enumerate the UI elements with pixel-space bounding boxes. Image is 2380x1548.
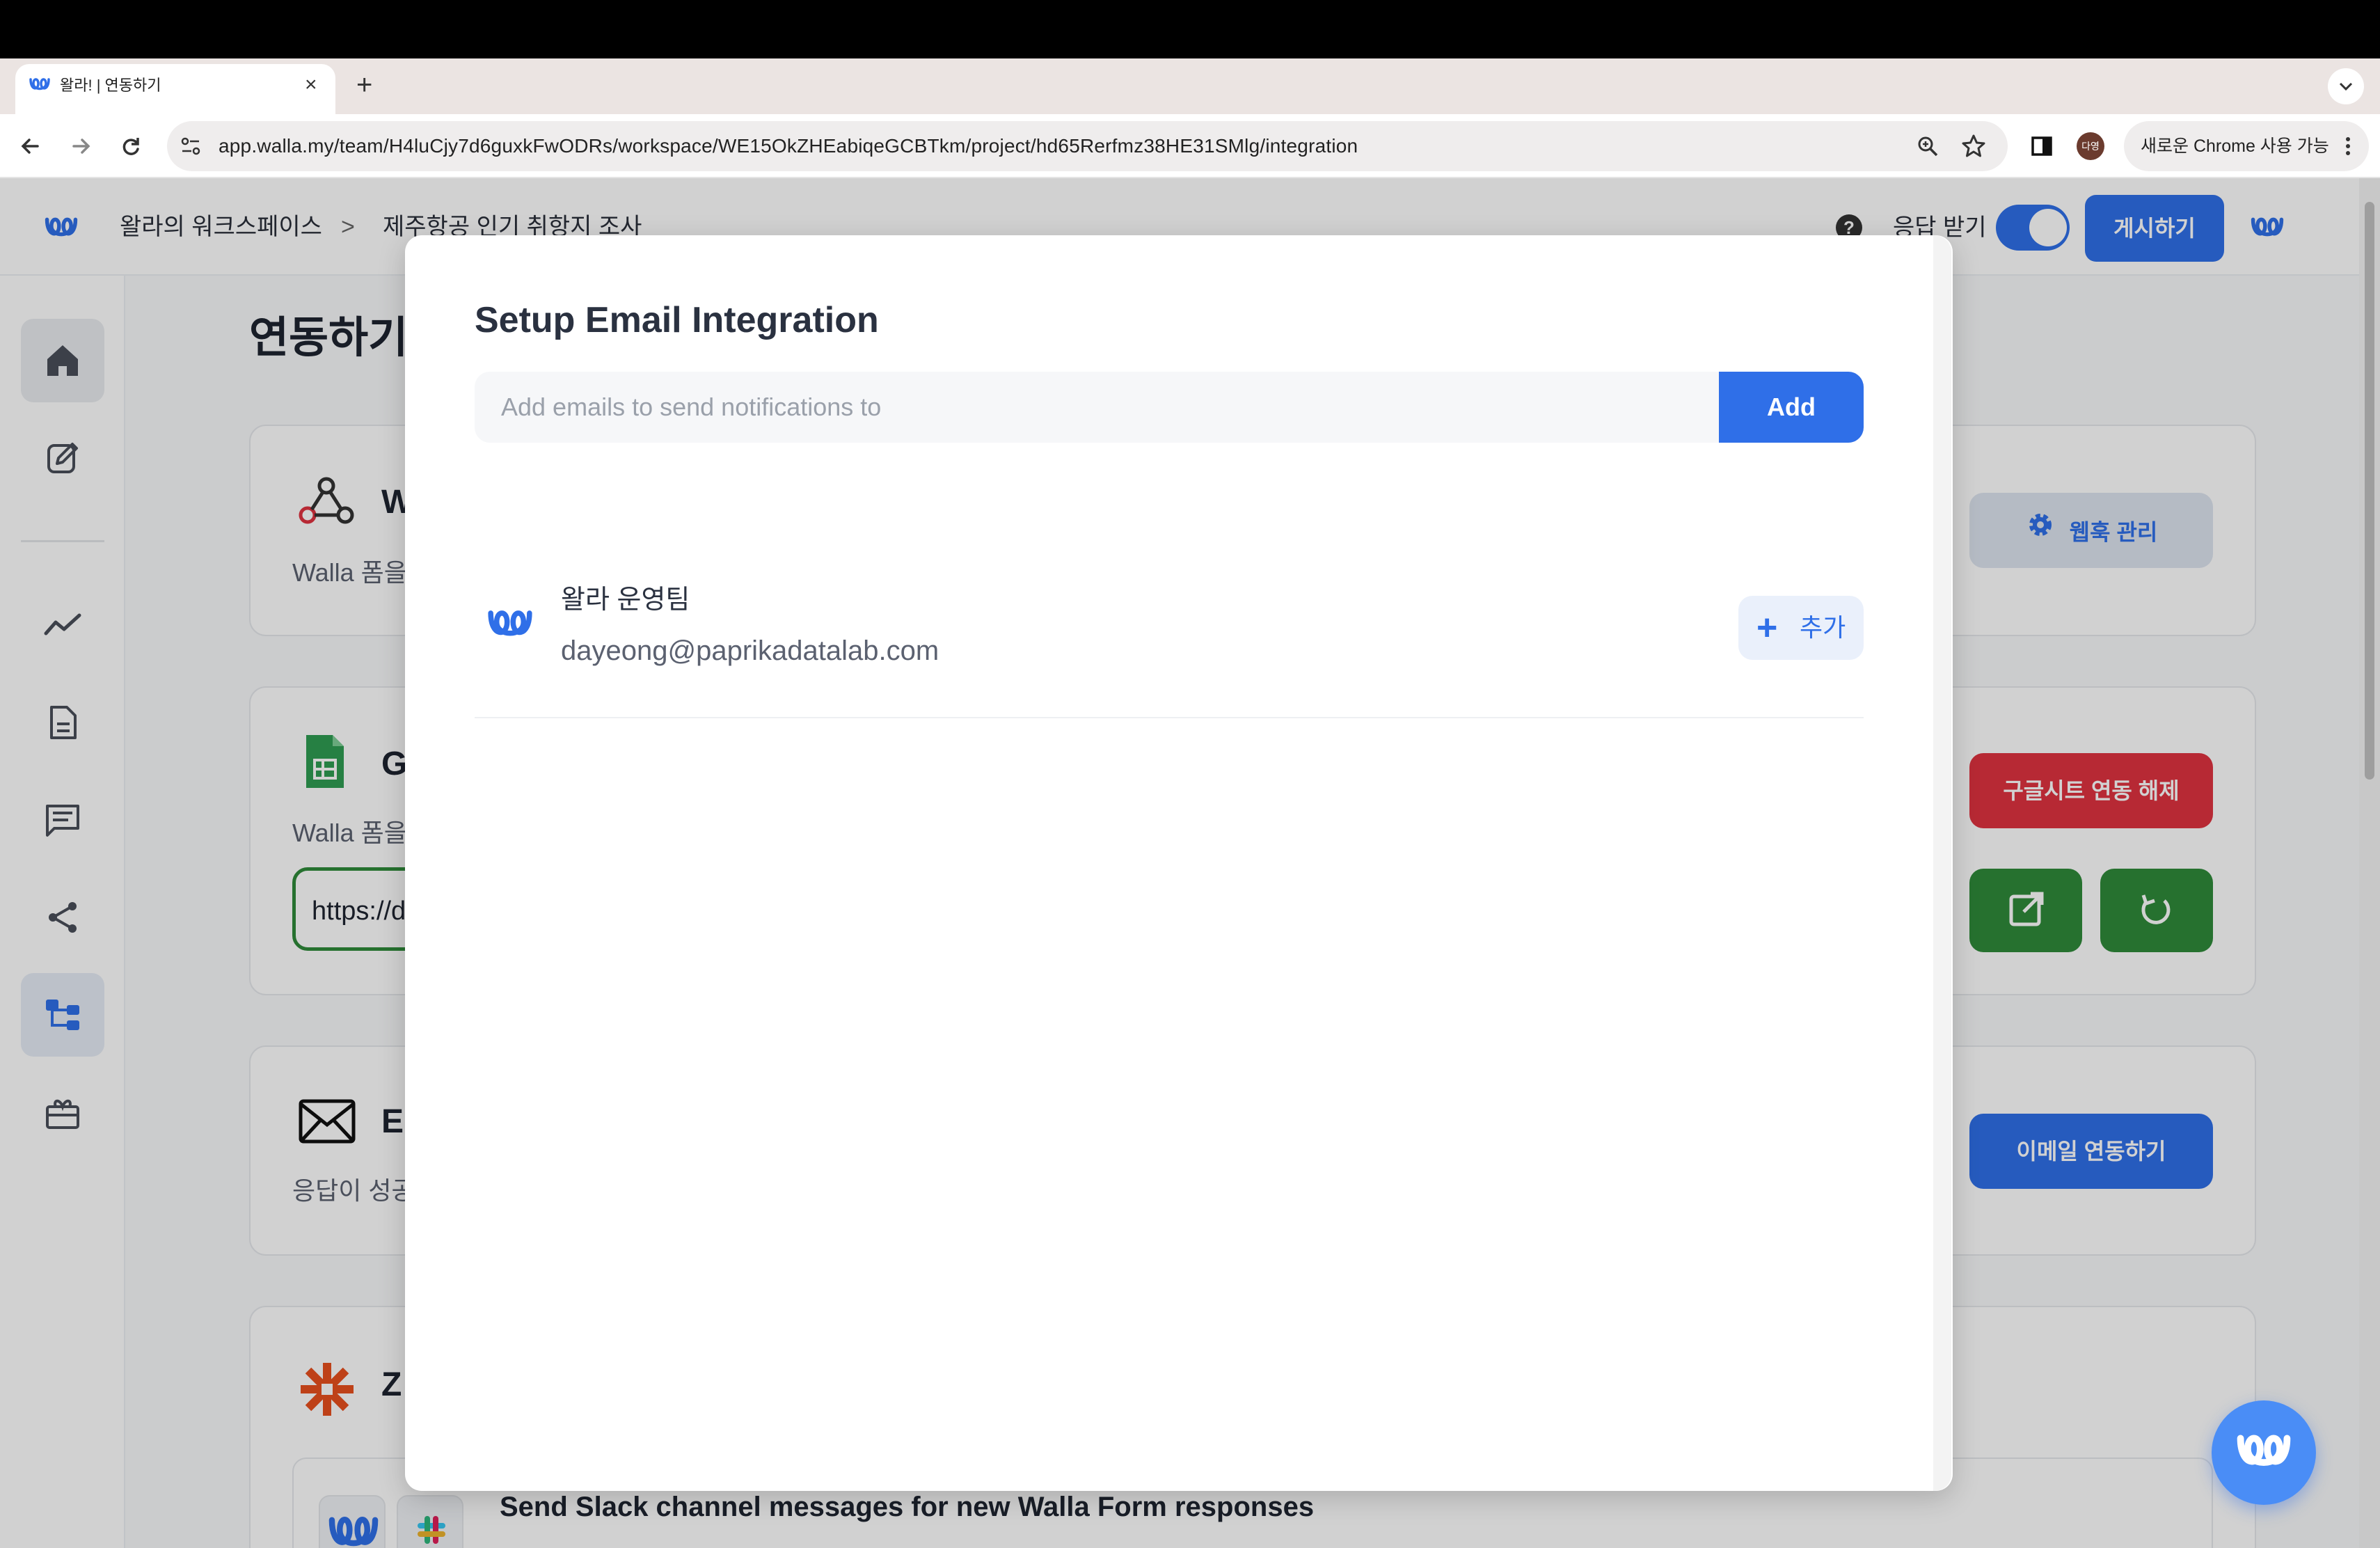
tab-title: 왈라! | 연동하기 (60, 77, 161, 94)
new-tab-icon[interactable]: + (356, 68, 372, 102)
zoom-icon[interactable] (1915, 134, 1940, 159)
back-icon[interactable] (11, 127, 50, 166)
add-member-button[interactable]: + 추가 (1738, 596, 1864, 660)
member-email: dayeong@paprikadatalab.com (561, 635, 939, 666)
email-input[interactable] (475, 372, 1720, 443)
reload-icon[interactable] (111, 127, 150, 166)
modal-scrollbar[interactable] (1933, 235, 1951, 1491)
side-panel-icon[interactable] (2029, 134, 2054, 159)
chevron-down-icon (2339, 82, 2353, 91)
member-divider (475, 717, 1864, 718)
url-text: app.walla.my/team/H4luCjy7d6guxkFwODRs/w… (219, 135, 1358, 157)
tab-close-icon[interactable]: × (305, 72, 317, 97)
add-email-button[interactable]: Add (1719, 372, 1864, 443)
modal-title: Setup Email Integration (475, 300, 879, 340)
walla-chat-icon (2237, 1435, 2291, 1466)
tab-search-button[interactable] (2328, 68, 2364, 104)
profile-avatar[interactable]: 다영 (2077, 132, 2104, 160)
chrome-update-label: 새로운 Chrome 사용 가능 (2141, 136, 2329, 156)
screen-top-bar (0, 0, 2380, 58)
add-member-label: 추가 (1800, 613, 1846, 642)
kebab-menu-icon[interactable] (2340, 134, 2356, 159)
bookmark-star-icon[interactable] (1960, 132, 1988, 160)
chat-support-button[interactable] (2212, 1400, 2316, 1505)
member-avatar-icon (488, 610, 532, 636)
forward-icon[interactable] (61, 127, 100, 166)
site-info-icon[interactable] (178, 134, 203, 159)
walla-favicon-icon (29, 78, 50, 90)
member-name: 왈라 운영팀 (561, 585, 690, 615)
plus-icon: + (1756, 608, 1778, 648)
